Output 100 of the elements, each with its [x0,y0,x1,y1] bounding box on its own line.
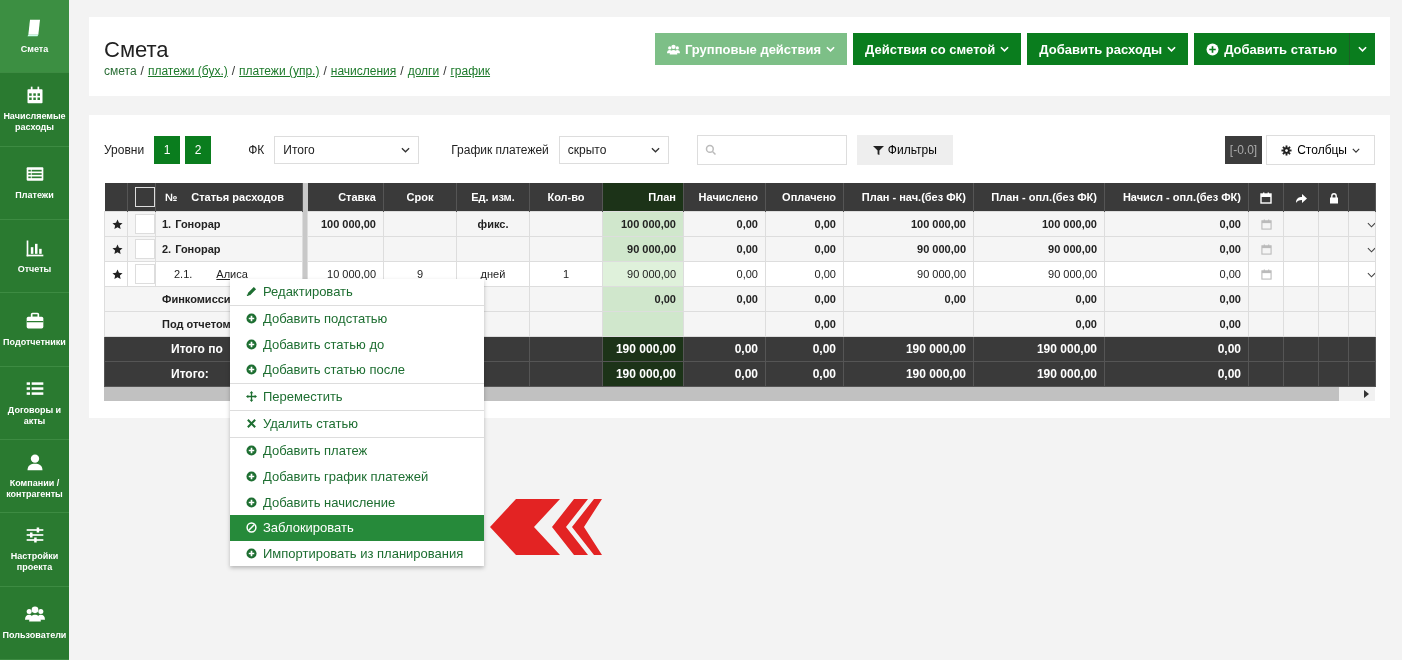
menu-item[interactable]: Добавить платеж [230,436,484,464]
column-header: План - опл.(без ФК) [973,183,1105,212]
column-header: Ставка [307,183,384,212]
column-header: План [602,183,684,212]
row-checkbox[interactable] [135,264,155,284]
table-cell: 100 000,00 [1041,218,1097,230]
table-cell: 0,00 [736,293,758,305]
breadcrumb-link[interactable]: график [450,64,491,78]
table-cell: 1 [562,268,570,280]
table-cell: 90 000,00 [627,268,676,280]
table-cell: 0,00 [736,243,758,255]
plus-circle-icon [246,496,257,508]
caret-icon [1352,147,1360,153]
column-header: № [165,191,178,203]
gear-icon [1281,144,1293,156]
plus-circle-icon [246,313,257,325]
calendar-icon[interactable] [1260,269,1272,281]
table-cell: 0,00 [734,367,758,381]
menu-item[interactable]: Добавить статью после [230,357,484,383]
table-cell: 190 000,00 [615,367,676,381]
menu-item[interactable]: Добавить начисление [230,489,484,515]
table-cell: 0,00 [1075,318,1097,330]
breadcrumb-link[interactable]: платежи (упр.) [239,64,320,78]
table-cell: 0,00 [814,293,836,305]
table-cell: 190 000,00 [1036,342,1097,356]
briefcase-icon [24,310,45,331]
move-arrows-icon [246,391,257,403]
column-header: Оплачено [765,183,844,212]
sidebar-item[interactable]: Смета [0,0,69,74]
table-cell: 0,00 [814,268,836,280]
total-label: Итого: [171,367,209,381]
row-number: 2. [162,243,172,255]
breadcrumb-separator: / [400,64,404,78]
article-name: Гонорар [175,243,221,255]
table-cell: 0,00 [814,243,836,255]
pencil-icon [246,286,257,298]
level-button[interactable]: 1 [154,136,181,164]
plus-circle-icon [246,547,257,559]
table-cell: 90 000,00 [627,243,676,255]
row-checkbox[interactable] [135,239,155,259]
menu-item[interactable]: Заблокировать [230,514,484,541]
star-icon[interactable] [112,244,123,256]
table-cell: 190 000,00 [1036,367,1097,381]
table-cell: 0,00 [1219,218,1241,230]
table-cell: 0,00 [1219,243,1241,255]
row-checkbox[interactable] [135,214,155,234]
breadcrumb-separator: / [231,64,236,78]
lock-icon [1327,191,1340,204]
table-cell: 0,00 [812,367,836,381]
fk-select[interactable]: Итого [274,136,420,164]
menu-item[interactable]: Переместить [230,382,484,410]
breadcrumb-current: смета [104,64,137,78]
users-icon [666,42,680,56]
dropdown-button[interactable]: Добавить расходы [1027,33,1189,65]
table-cell: 0,00 [1219,318,1241,330]
split-caret-button[interactable] [1349,33,1375,65]
filters-button[interactable]: Фильтры [856,135,953,165]
table-cell: 0,00 [944,293,966,305]
chevron-down-icon[interactable] [1367,272,1375,278]
table-cell: 0,00 [736,268,758,280]
menu-item[interactable]: Редактировать [230,279,484,305]
calendar-icon[interactable] [1260,219,1272,231]
table-cell: 0,00 [654,293,676,305]
rounding-button[interactable]: [-0.0] [1224,136,1263,164]
dropdown-button[interactable]: Действия со сметой [853,33,1022,65]
menu-item[interactable]: Удалить статью [230,409,484,437]
article-link[interactable]: Алиса [216,268,248,280]
summary-label: Под отчетом [162,318,231,330]
breadcrumb-separator: / [443,64,447,78]
breadcrumb-link[interactable]: долги [407,64,440,78]
chevron-down-icon[interactable] [1367,222,1375,228]
table-cell: 0,00 [734,342,758,356]
breadcrumb-link[interactable]: платежи (бух.) [147,64,228,78]
level-button[interactable]: 2 [185,136,212,164]
table-cell: 0,00 [1219,293,1241,305]
caret-icon [1358,46,1367,52]
menu-item[interactable]: Добавить график платежей [230,463,484,490]
chevron-down-icon[interactable] [1367,247,1375,253]
breadcrumb-link[interactable]: начисления [330,64,397,78]
select-all-checkbox[interactable] [135,187,155,207]
ban-icon [246,522,257,534]
plus-circle-icon [246,338,257,350]
schedule-select[interactable]: скрыто [558,136,669,164]
table-cell: 0,00 [736,218,758,230]
column-header: Начислено [683,183,766,212]
menu-item[interactable]: Добавить статью до [230,331,484,358]
table-cell: 0,00 [814,318,836,330]
table-cell: дней [480,268,506,280]
star-icon[interactable] [112,269,123,281]
star-icon[interactable] [112,219,123,231]
chevron-down-icon [401,147,411,153]
menu-item[interactable]: Добавить подстатью [230,304,484,332]
column-header: План - нач.(без ФК) [843,183,974,212]
calendar-icon[interactable] [1260,244,1272,256]
columns-button[interactable]: Столбцы [1266,135,1375,165]
menu-item[interactable]: Импортировать из планирования [230,540,484,567]
search-field[interactable] [696,135,847,165]
plus-circle-icon [246,364,257,376]
fk-label: ФК [248,143,265,157]
add-article-button[interactable]: Добавить статью [1194,33,1349,65]
